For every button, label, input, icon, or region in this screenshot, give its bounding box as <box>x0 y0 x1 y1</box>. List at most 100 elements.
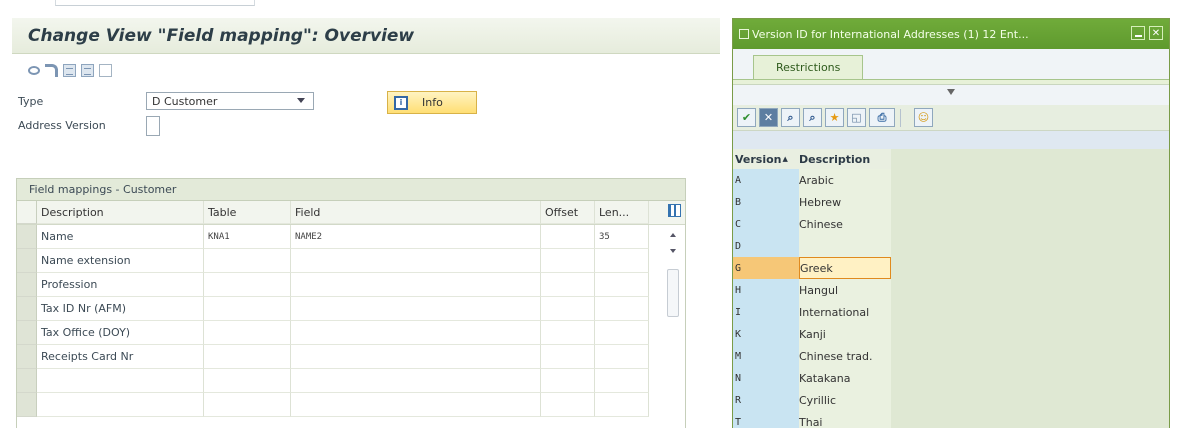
list-item-version[interactable]: A <box>733 169 799 191</box>
find-icon[interactable]: ⌕ <box>781 108 800 127</box>
list-item-description[interactable]: Hebrew <box>799 191 891 213</box>
cell-field[interactable] <box>291 321 541 345</box>
cell-field[interactable] <box>291 297 541 321</box>
table-row[interactable]: Tax Office (DOY) <box>17 321 685 345</box>
scroll-down-icon[interactable] <box>670 249 676 253</box>
cell-field[interactable]: NAME2 <box>291 225 541 249</box>
details-icon[interactable] <box>81 63 94 77</box>
cell-length[interactable] <box>595 345 649 369</box>
list-item-version[interactable]: C <box>733 213 799 235</box>
list-item-description[interactable]: Thai <box>799 411 891 428</box>
cell-length[interactable] <box>595 393 649 417</box>
list-item-version[interactable]: G <box>733 257 799 279</box>
table-row[interactable] <box>17 369 685 393</box>
personal-list-icon[interactable]: ☺ <box>914 108 933 127</box>
cell-offset[interactable] <box>541 393 595 417</box>
row-selector[interactable] <box>17 369 37 393</box>
list-item-description[interactable]: Kanji <box>799 323 891 345</box>
column-header-offset[interactable]: Offset <box>541 201 595 224</box>
table-row[interactable]: Tax ID Nr (AFM) <box>17 297 685 321</box>
row-selector[interactable] <box>17 345 37 369</box>
expand-restrictions-icon[interactable] <box>947 89 955 95</box>
cell-description[interactable] <box>37 393 204 417</box>
list-item-description[interactable]: Cyrillic <box>799 389 891 411</box>
minimize-icon[interactable] <box>1131 26 1145 40</box>
cell-field[interactable] <box>291 249 541 273</box>
list-item-description[interactable]: Chinese trad. <box>799 345 891 367</box>
column-header-table[interactable]: Table <box>204 201 291 224</box>
table-row[interactable]: Receipts Card Nr <box>17 345 685 369</box>
list-item-version[interactable]: R <box>733 389 799 411</box>
cell-length[interactable] <box>595 273 649 297</box>
list-item-version[interactable]: T <box>733 411 799 428</box>
list-item-version[interactable]: I <box>733 301 799 323</box>
select-all-cell[interactable] <box>17 201 37 224</box>
list-item-description[interactable] <box>799 235 891 257</box>
cell-field[interactable] <box>291 369 541 393</box>
cell-length[interactable] <box>595 321 649 345</box>
undo-icon[interactable] <box>45 63 58 77</box>
cell-table[interactable] <box>204 321 291 345</box>
cell-description[interactable]: Tax Office (DOY) <box>37 321 204 345</box>
cell-field[interactable] <box>291 345 541 369</box>
copy-icon[interactable] <box>63 63 76 77</box>
cell-description[interactable]: Name extension <box>37 249 204 273</box>
row-selector[interactable] <box>17 297 37 321</box>
list-item-version[interactable]: D <box>733 235 799 257</box>
cell-length[interactable] <box>595 297 649 321</box>
table-row[interactable]: Name extension <box>17 249 685 273</box>
cell-table[interactable]: KNA1 <box>204 225 291 249</box>
row-selector[interactable] <box>17 249 37 273</box>
cell-offset[interactable] <box>541 297 595 321</box>
cell-table[interactable] <box>204 273 291 297</box>
select-block-icon[interactable] <box>99 63 112 77</box>
cell-table[interactable] <box>204 249 291 273</box>
row-selector[interactable] <box>17 225 37 249</box>
cell-field[interactable] <box>291 273 541 297</box>
cell-offset[interactable] <box>541 345 595 369</box>
list-item-description[interactable]: Greek <box>799 257 891 279</box>
cell-length[interactable] <box>595 369 649 393</box>
row-selector[interactable] <box>17 273 37 297</box>
list-header-description[interactable]: Description <box>799 149 891 169</box>
scroll-thumb[interactable] <box>667 269 679 317</box>
cell-length[interactable] <box>595 249 649 273</box>
cell-description[interactable]: Name <box>37 225 204 249</box>
close-icon[interactable]: ✕ <box>1149 26 1163 40</box>
cell-table[interactable] <box>204 393 291 417</box>
list-item-version[interactable]: B <box>733 191 799 213</box>
check-icon[interactable]: ✔ <box>737 108 756 127</box>
list-item-description[interactable]: Hangul <box>799 279 891 301</box>
info-button[interactable]: i Info <box>387 91 477 114</box>
cell-table[interactable] <box>204 345 291 369</box>
scroll-up-icon[interactable] <box>670 233 676 237</box>
column-settings-icon[interactable] <box>668 204 681 217</box>
column-header-field[interactable]: Field <box>291 201 541 224</box>
cell-description[interactable] <box>37 369 204 393</box>
list-header-version[interactable]: Version ▲ <box>733 149 799 169</box>
cancel-icon[interactable]: ✕ <box>759 108 778 127</box>
cell-description[interactable]: Receipts Card Nr <box>37 345 204 369</box>
address-version-input[interactable] <box>146 116 160 136</box>
print-icon[interactable]: ⎙ <box>869 108 895 127</box>
tab-restrictions[interactable]: Restrictions <box>753 55 864 79</box>
cell-table[interactable] <box>204 369 291 393</box>
find-next-icon[interactable]: ⌕ <box>803 108 822 127</box>
column-header-length[interactable]: Len... <box>595 201 649 224</box>
table-row[interactable]: Name KNA1 NAME2 35 <box>17 225 685 249</box>
favorite-icon[interactable]: ★ <box>825 108 844 127</box>
vertical-scrollbar[interactable] <box>665 229 681 419</box>
list-item-version[interactable]: K <box>733 323 799 345</box>
list-item-description[interactable]: Katakana <box>799 367 891 389</box>
list-item-description[interactable]: Arabic <box>799 169 891 191</box>
cell-offset[interactable] <box>541 321 595 345</box>
cell-offset[interactable] <box>541 369 595 393</box>
list-item-description[interactable]: International <box>799 301 891 323</box>
cell-field[interactable] <box>291 393 541 417</box>
cell-offset[interactable] <box>541 249 595 273</box>
row-selector[interactable] <box>17 393 37 417</box>
cell-offset[interactable] <box>541 225 595 249</box>
list-item-description[interactable]: Chinese <box>799 213 891 235</box>
table-row[interactable] <box>17 393 685 417</box>
row-selector[interactable] <box>17 321 37 345</box>
